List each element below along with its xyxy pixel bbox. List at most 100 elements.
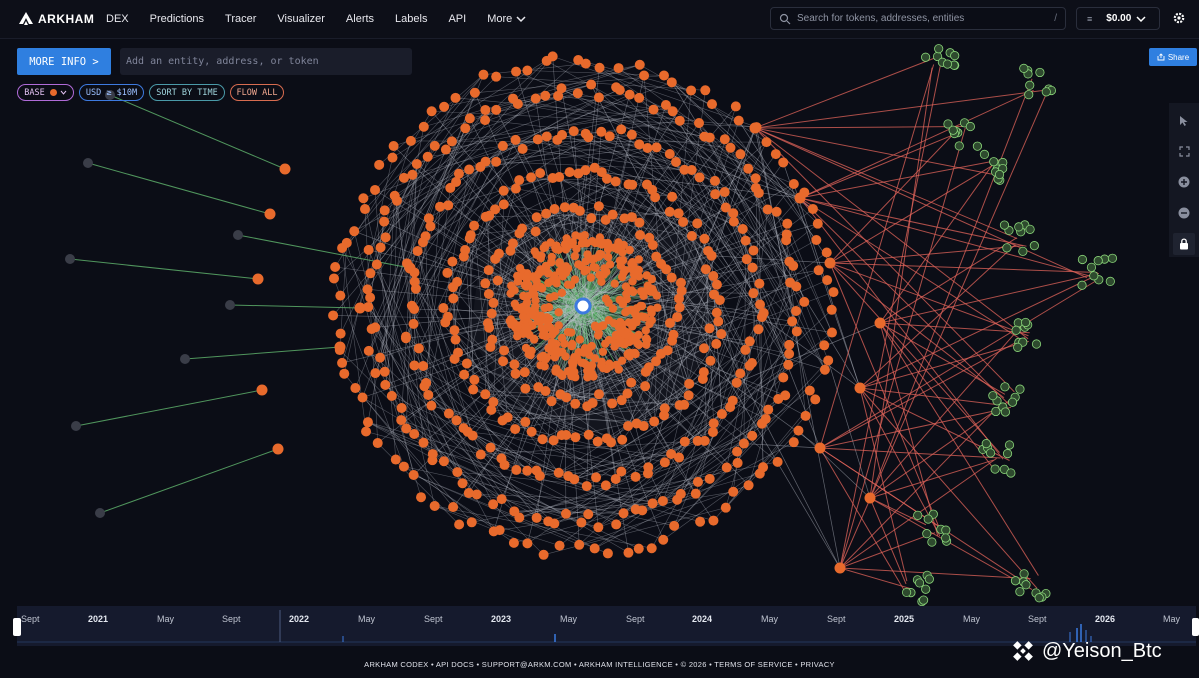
graph-node[interactable] — [541, 208, 552, 219]
graph-node[interactable] — [539, 243, 548, 253]
graph-node[interactable] — [784, 348, 795, 359]
graph-node[interactable] — [614, 85, 625, 95]
graph-node[interactable] — [521, 343, 531, 353]
graph-node[interactable] — [459, 369, 470, 380]
graph-node[interactable] — [401, 423, 412, 434]
graph-node[interactable] — [728, 216, 739, 227]
graph-node[interactable] — [547, 51, 558, 62]
graph-node[interactable] — [418, 121, 429, 132]
graph-node[interactable] — [658, 70, 669, 81]
graph-node[interactable] — [451, 415, 462, 426]
graph-node[interactable] — [579, 358, 588, 368]
graph-node[interactable] — [450, 334, 461, 345]
graph-node[interactable] — [350, 383, 361, 394]
graph-node[interactable] — [554, 308, 563, 317]
graph-node[interactable] — [556, 83, 567, 94]
graph-node[interactable] — [678, 216, 689, 227]
graph-node[interactable] — [623, 420, 634, 431]
graph-node[interactable] — [611, 330, 621, 340]
graph-node[interactable] — [422, 151, 433, 162]
graph-node[interactable] — [491, 71, 502, 82]
graph-leaf-node[interactable] — [927, 537, 937, 547]
graph-node[interactable] — [634, 340, 644, 350]
graph-node[interactable] — [571, 231, 580, 240]
graph-node[interactable] — [740, 344, 751, 355]
graph-node[interactable] — [773, 393, 784, 404]
graph-node[interactable] — [396, 415, 407, 426]
graph-node[interactable] — [695, 516, 706, 527]
graph-node[interactable] — [551, 367, 560, 376]
graph-node[interactable] — [631, 418, 642, 429]
graph-node[interactable] — [692, 476, 703, 487]
graph-node[interactable] — [563, 264, 573, 273]
graph-node[interactable] — [791, 306, 802, 317]
graph-node[interactable] — [567, 342, 577, 351]
graph-node[interactable] — [349, 226, 360, 237]
graph-node[interactable] — [572, 88, 583, 99]
graph-hub-node[interactable] — [854, 382, 866, 394]
graph-node[interactable] — [520, 383, 531, 394]
graph-node[interactable] — [543, 516, 554, 527]
graph-node[interactable] — [363, 345, 374, 356]
graph-hub-node[interactable] — [814, 442, 826, 454]
graph-node[interactable] — [725, 402, 736, 413]
graph-node[interactable] — [586, 273, 596, 282]
graph-hub-node[interactable] — [874, 317, 886, 329]
graph-node[interactable] — [388, 141, 399, 152]
graph-node[interactable] — [719, 187, 730, 198]
graph-node[interactable] — [640, 366, 651, 377]
graph-node[interactable] — [594, 62, 605, 73]
graph-node[interactable] — [747, 430, 758, 441]
zoom-in-tool[interactable] — [1176, 174, 1192, 190]
graph-node[interactable] — [418, 360, 429, 371]
graph-node[interactable] — [335, 290, 346, 301]
graph-node[interactable] — [714, 295, 725, 306]
graph-node[interactable] — [511, 464, 522, 475]
graph-node[interactable] — [390, 454, 401, 465]
graph-node[interactable] — [611, 339, 620, 349]
graph-node[interactable] — [622, 294, 631, 304]
graph-node[interactable] — [532, 134, 543, 145]
graph-node[interactable] — [408, 470, 419, 481]
graph-node[interactable] — [379, 216, 390, 227]
graph-node[interactable] — [372, 438, 383, 449]
graph-node[interactable] — [674, 400, 685, 411]
graph-node[interactable] — [596, 126, 607, 137]
graph-node[interactable] — [580, 165, 591, 176]
graph-node[interactable] — [546, 238, 555, 247]
graph-node[interactable] — [664, 206, 675, 217]
graph-node[interactable] — [705, 355, 716, 366]
graph-node[interactable] — [784, 339, 795, 350]
graph-node[interactable] — [412, 246, 423, 257]
graph-node[interactable] — [633, 543, 644, 554]
graph-node[interactable] — [541, 261, 551, 271]
graph-node[interactable] — [420, 231, 431, 242]
graph-node[interactable] — [359, 204, 370, 215]
graph-node[interactable] — [616, 124, 627, 135]
graph-node[interactable] — [328, 310, 339, 321]
graph-node[interactable] — [589, 372, 598, 381]
graph-leaf-node[interactable] — [1015, 587, 1025, 597]
graph-leaf-node[interactable] — [999, 220, 1010, 230]
graph-node[interactable] — [791, 281, 802, 292]
graph-node[interactable] — [512, 332, 522, 341]
graph-node[interactable] — [530, 226, 541, 237]
flow-all-pill[interactable]: FLOW ALL — [230, 84, 284, 101]
graph-node[interactable] — [510, 368, 521, 379]
graph-leaf-node[interactable] — [1011, 325, 1021, 335]
graph-node[interactable] — [661, 264, 672, 275]
graph-node[interactable] — [557, 129, 568, 140]
graph-node[interactable] — [488, 297, 499, 308]
graph-node[interactable] — [529, 310, 538, 320]
graph-node[interactable] — [587, 341, 596, 351]
graph-node[interactable] — [567, 371, 576, 381]
graph-leaf-node[interactable] — [1086, 262, 1097, 272]
graph-leaf-node[interactable] — [1000, 407, 1011, 417]
graph-node[interactable] — [490, 204, 501, 215]
graph-node[interactable] — [561, 245, 571, 254]
graph-node[interactable] — [692, 218, 703, 229]
graph-node[interactable] — [508, 537, 519, 548]
graph-node[interactable] — [514, 175, 525, 186]
graph-node[interactable] — [398, 461, 409, 472]
graph-node[interactable] — [595, 249, 605, 259]
